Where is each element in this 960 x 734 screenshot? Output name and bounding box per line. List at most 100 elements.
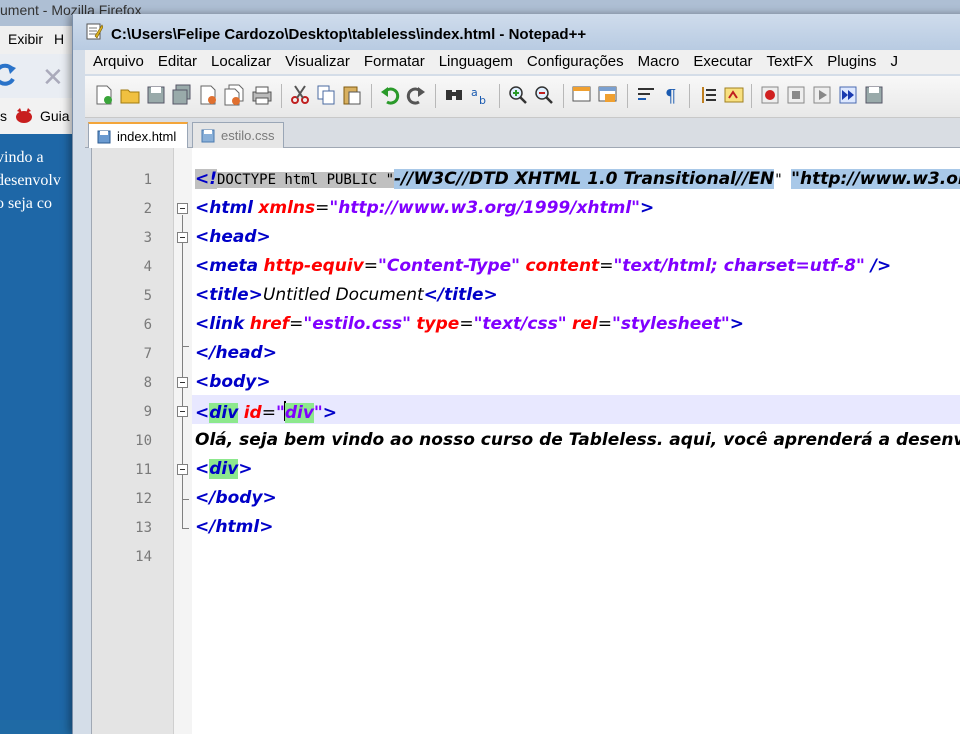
zoom-out-icon[interactable]: [533, 84, 555, 106]
code-line-4: <meta http-equiv="Content-Type" content=…: [195, 256, 892, 276]
fold-toggle-icon[interactable]: [177, 232, 188, 243]
print-icon[interactable]: [251, 84, 273, 106]
fold-end: [182, 499, 189, 500]
menu-formatar[interactable]: Formatar: [357, 50, 432, 70]
menu-textfx[interactable]: TextFX: [760, 50, 821, 70]
toolbar-separator: [689, 84, 690, 108]
fold-toggle-icon[interactable]: [177, 203, 188, 214]
menu-janela[interactable]: J: [883, 50, 905, 70]
code-line-5: <title>Untitled Document</title>: [195, 285, 498, 305]
svg-text:b: b: [479, 94, 486, 106]
redo-icon[interactable]: [405, 84, 427, 106]
undo-icon[interactable]: [379, 84, 401, 106]
window-title: C:\Users\Felipe Cardozo\Desktop\tableles…: [111, 26, 587, 43]
file-saved-icon: [201, 129, 215, 143]
word-wrap-icon[interactable]: [635, 84, 657, 106]
menu-bar: Arquivo Editar Localizar Visualizar Formatar…: [85, 50, 960, 74]
menu-linguagem[interactable]: Linguagem: [432, 50, 520, 70]
close-file-icon[interactable]: [197, 84, 219, 106]
line-number: 14: [135, 549, 152, 565]
close-all-icon[interactable]: [223, 84, 245, 106]
cut-icon[interactable]: [289, 84, 311, 106]
bookmark-prefix: s: [0, 108, 7, 124]
code-line-8: <body>: [195, 372, 271, 392]
new-file-icon[interactable]: [93, 84, 115, 106]
macro-save-icon[interactable]: [863, 84, 885, 106]
code-line-11: <div>: [195, 459, 253, 479]
document-tab-bar: index.html estilo.css: [85, 118, 960, 148]
replace-icon[interactable]: ab: [469, 84, 491, 106]
line-number: 2: [143, 201, 152, 217]
line-number: 6: [143, 317, 152, 333]
line-number: 5: [143, 288, 152, 304]
show-all-characters-icon[interactable]: ¶: [661, 84, 683, 106]
toolbar: ab ¶: [85, 76, 960, 118]
code-line-3: <head>: [195, 227, 271, 247]
menu-arquivo[interactable]: Arquivo: [85, 50, 151, 70]
code-text-area[interactable]: <!DOCTYPE html PUBLIC "-//W3C//DTD XHTML…: [192, 148, 960, 734]
sync-vertical-icon[interactable]: [571, 84, 593, 106]
notepadpp-app-icon: [86, 23, 103, 40]
menu-editar[interactable]: Editar: [151, 50, 204, 70]
code-line-7: </head>: [195, 343, 277, 363]
code-line-2: <html xmlns="http://www.w3.org/1999/xhtm…: [195, 198, 655, 218]
fold-toggle-icon[interactable]: [177, 464, 188, 475]
fold-end: [182, 346, 189, 347]
stop-icon[interactable]: ✕: [42, 64, 64, 90]
menu-configuracoes[interactable]: Configurações: [520, 50, 631, 70]
reload-icon[interactable]: [0, 62, 18, 88]
macro-play-icon[interactable]: [811, 84, 833, 106]
line-number: 9: [143, 404, 152, 420]
firefox-menu-exibir[interactable]: Exibir: [0, 26, 46, 47]
file-saved-icon: [97, 130, 111, 144]
line-number: 3: [143, 230, 152, 246]
line-number-gutter: 1 2 3 4 5 6 7 8 9 10 11 12 13 14: [92, 148, 174, 734]
save-icon[interactable]: [145, 84, 167, 106]
line-number: 10: [135, 433, 152, 449]
line-number: 11: [135, 462, 152, 478]
sync-horizontal-icon[interactable]: [597, 84, 619, 106]
line-number: 4: [143, 259, 152, 275]
tab-estilo-css[interactable]: estilo.css: [192, 122, 284, 148]
code-editor[interactable]: 1 2 3 4 5 6 7 8 9 10 11 12 13 14 <!DOCTY…: [91, 148, 960, 734]
toolbar-separator: [499, 84, 500, 108]
open-file-icon[interactable]: [119, 84, 141, 106]
toolbar-separator: [435, 84, 436, 108]
code-line-13: </html>: [195, 517, 274, 537]
save-all-icon[interactable]: [171, 84, 193, 106]
fold-toggle-icon[interactable]: [177, 406, 188, 417]
menu-macro[interactable]: Macro: [631, 50, 687, 70]
svg-text:a: a: [471, 86, 478, 99]
copy-icon[interactable]: [315, 84, 337, 106]
line-number: 7: [143, 346, 152, 362]
tab-index-html[interactable]: index.html: [88, 122, 188, 148]
fold-margin: [174, 148, 192, 734]
toolbar-separator: [627, 84, 628, 108]
macro-run-multiple-icon[interactable]: [837, 84, 859, 106]
fold-toggle-icon[interactable]: [177, 377, 188, 388]
indent-guide-icon[interactable]: [697, 84, 719, 106]
tab-label: index.html: [117, 129, 177, 144]
line-number: 1: [143, 172, 152, 188]
menu-plugins[interactable]: Plugins: [820, 50, 883, 70]
notepadpp-window: C:\Users\Felipe Cardozo\Desktop\tableles…: [72, 14, 960, 734]
find-icon[interactable]: [443, 84, 465, 106]
line-number: 12: [135, 491, 152, 507]
code-line-1: <!DOCTYPE html PUBLIC "-//W3C//DTD XHTML…: [195, 165, 960, 194]
macro-record-icon[interactable]: [759, 84, 781, 106]
menu-executar[interactable]: Executar: [686, 50, 759, 70]
bookmark-guia[interactable]: Guia: [40, 108, 70, 124]
code-line-12: </body>: [195, 488, 277, 508]
zoom-in-icon[interactable]: [507, 84, 529, 106]
toolbar-separator: [563, 84, 564, 108]
paste-icon[interactable]: [341, 84, 363, 106]
code-line-9: <div id="div">: [195, 401, 338, 423]
code-line-6: <link href="estilo.css" type="text/css" …: [195, 314, 745, 334]
macro-stop-icon[interactable]: [785, 84, 807, 106]
menu-localizar[interactable]: Localizar: [204, 50, 278, 70]
user-language-icon[interactable]: [723, 84, 745, 106]
fold-guide: [182, 215, 183, 528]
firefox-menu-h[interactable]: H: [46, 26, 67, 47]
menu-visualizar[interactable]: Visualizar: [278, 50, 357, 70]
bookmark-icon: [16, 108, 32, 123]
